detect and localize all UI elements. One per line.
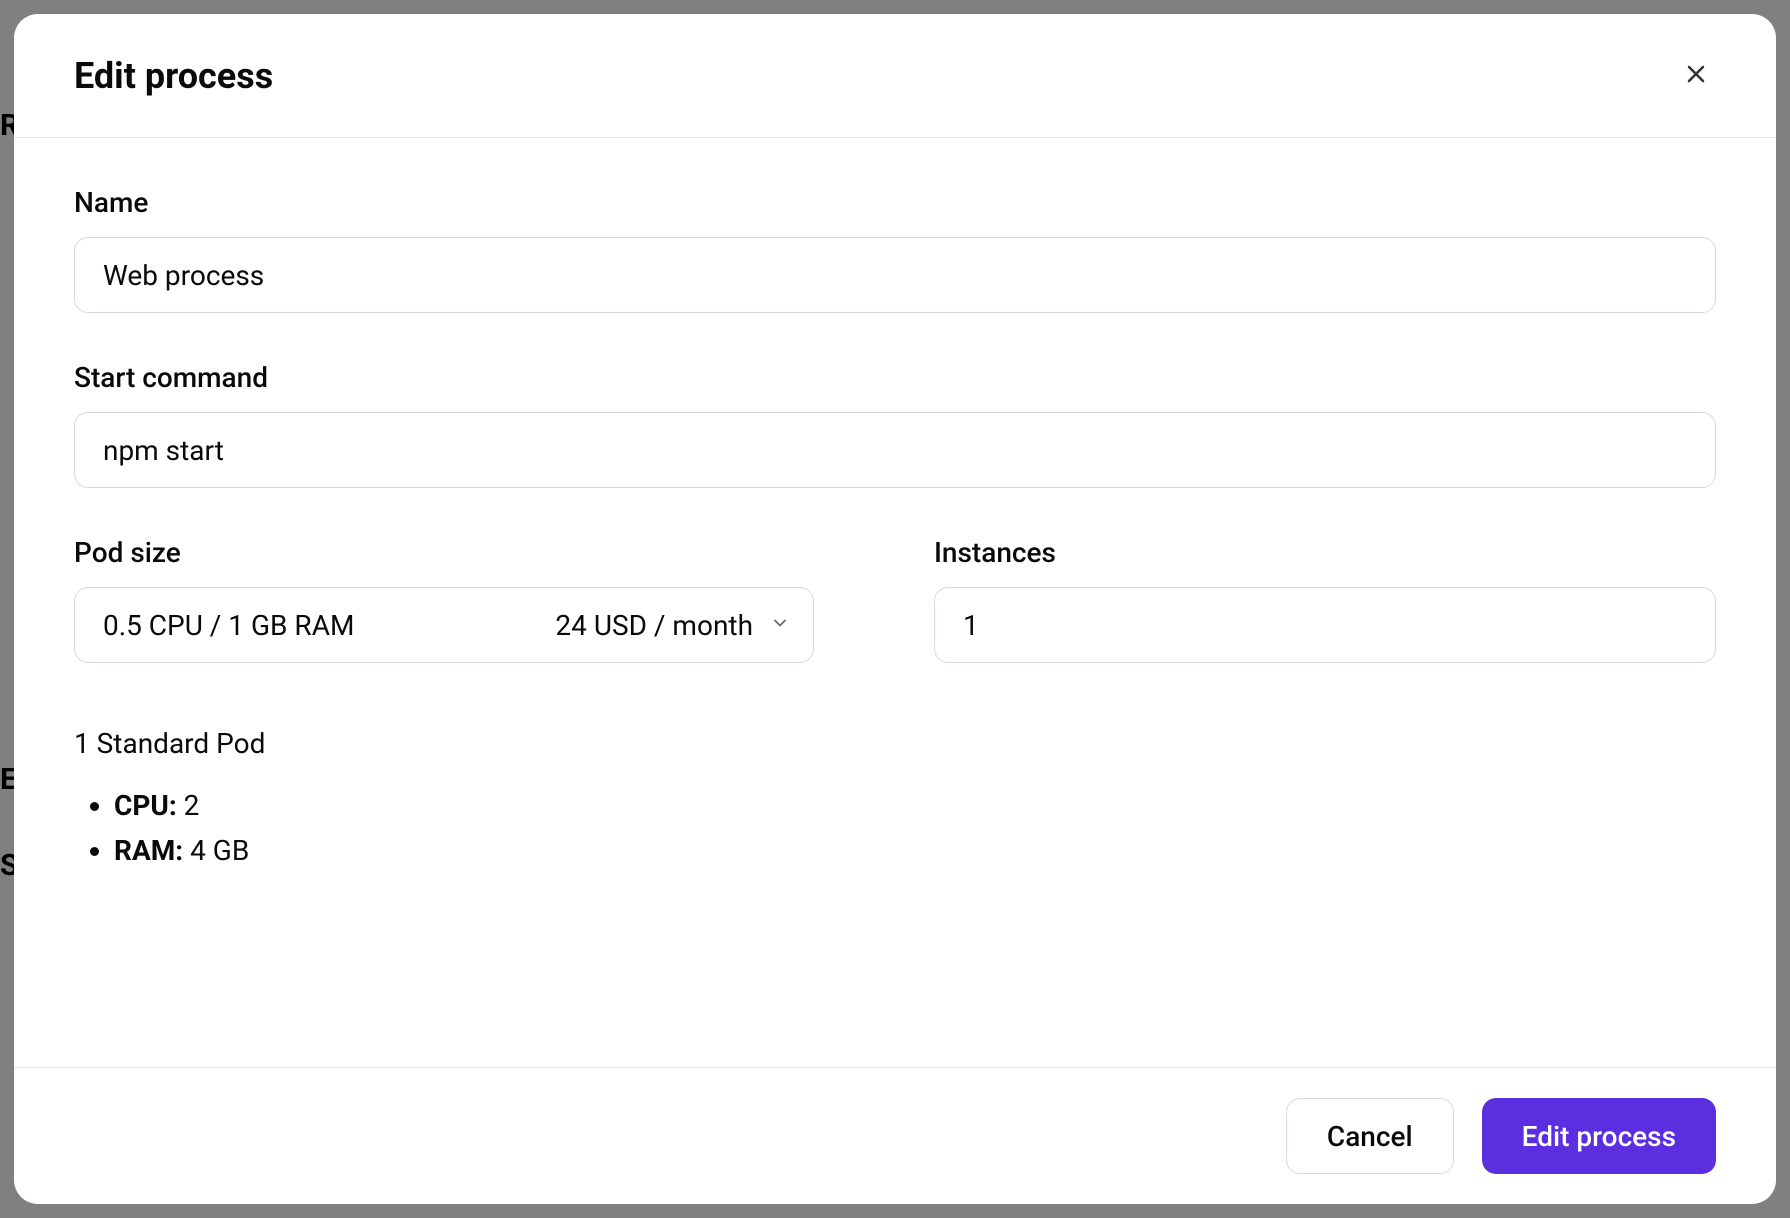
pod-size-spec: 0.5 CPU / 1 GB RAM bbox=[103, 609, 354, 642]
instances-field: Instances bbox=[934, 536, 1716, 663]
submit-button[interactable]: Edit process bbox=[1482, 1098, 1716, 1174]
start-command-field: Start command bbox=[74, 361, 1716, 488]
name-field: Name bbox=[74, 186, 1716, 313]
summary-ram: RAM: 4 GB bbox=[114, 829, 1716, 874]
edit-process-modal: Edit process Name Start command Pod size bbox=[14, 14, 1776, 1204]
pod-size-price: 24 USD / month bbox=[555, 609, 753, 642]
close-icon bbox=[1684, 62, 1708, 89]
summary-cpu: CPU: 2 bbox=[114, 784, 1716, 829]
instances-label: Instances bbox=[934, 536, 1716, 569]
summary-list: CPU: 2 RAM: 4 GB bbox=[74, 784, 1716, 874]
modal-title: Edit process bbox=[74, 55, 273, 97]
pod-size-field: Pod size 0.5 CPU / 1 GB RAM 24 USD / mon… bbox=[74, 536, 814, 663]
close-button[interactable] bbox=[1676, 54, 1716, 97]
name-label: Name bbox=[74, 186, 1716, 219]
pod-size-label: Pod size bbox=[74, 536, 814, 569]
summary-title: 1 Standard Pod bbox=[74, 727, 1716, 760]
ram-label: RAM: bbox=[114, 834, 183, 867]
pod-summary: 1 Standard Pod CPU: 2 RAM: 4 GB bbox=[74, 727, 1716, 874]
modal-footer: Cancel Edit process bbox=[14, 1067, 1776, 1204]
cancel-button[interactable]: Cancel bbox=[1286, 1098, 1454, 1174]
name-input[interactable] bbox=[74, 237, 1716, 313]
pod-size-select-wrap: 0.5 CPU / 1 GB RAM 24 USD / month bbox=[74, 587, 814, 663]
cpu-value: 2 bbox=[177, 789, 200, 822]
instances-input[interactable] bbox=[934, 587, 1716, 663]
cpu-label: CPU: bbox=[114, 789, 177, 822]
size-instances-row: Pod size 0.5 CPU / 1 GB RAM 24 USD / mon… bbox=[74, 536, 1716, 663]
start-command-label: Start command bbox=[74, 361, 1716, 394]
modal-body: Name Start command Pod size 0.5 CPU / 1 … bbox=[14, 138, 1776, 1067]
ram-value: 4 GB bbox=[183, 834, 249, 867]
pod-size-select[interactable]: 0.5 CPU / 1 GB RAM 24 USD / month bbox=[74, 587, 814, 663]
modal-header: Edit process bbox=[14, 14, 1776, 138]
start-command-input[interactable] bbox=[74, 412, 1716, 488]
